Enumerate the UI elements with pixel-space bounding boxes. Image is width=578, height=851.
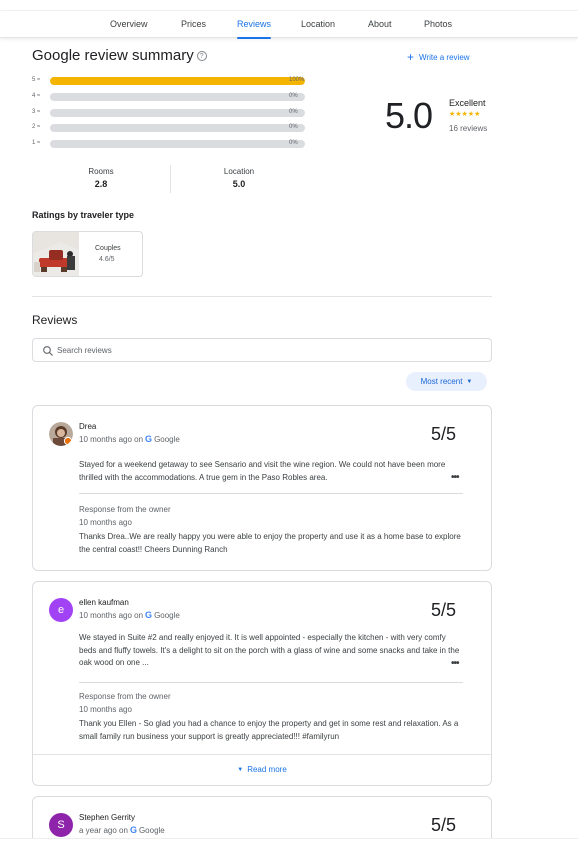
- more-options-icon[interactable]: •••: [451, 472, 459, 483]
- owner-response-text: Thanks Drea..We are really happy you wer…: [79, 532, 461, 554]
- tab-prices[interactable]: Prices: [181, 19, 206, 29]
- review-score: 5/5: [431, 424, 457, 444]
- bar-fill: [50, 77, 305, 85]
- review-count[interactable]: 16 reviews: [449, 124, 487, 133]
- bar-track: [50, 140, 305, 148]
- traveler-type-heading: Ratings by traveler type: [32, 210, 135, 220]
- review-text: Stayed for a weekend getaway to see Sens…: [79, 460, 446, 482]
- reviewer-name[interactable]: ellen kaufman: [79, 598, 129, 607]
- active-tab-indicator: [237, 37, 272, 39]
- card-footer-separator: [33, 754, 491, 755]
- rating-bar-3: 3 ≈ 0%: [32, 108, 312, 118]
- owner-response-time: 10 months ago: [79, 518, 132, 527]
- reviewer-name[interactable]: Stephen Gerrity: [79, 813, 135, 822]
- category-value: 5.0: [232, 179, 246, 189]
- review-card: Drea 10 months ago on G Google 5/5 Stayed …: [32, 405, 492, 571]
- tab-reviews[interactable]: Reviews: [237, 19, 272, 39]
- rating-bar-2: 2 ≈ 0%: [32, 123, 312, 133]
- bar-label: 1 ≈: [32, 140, 41, 146]
- review-meta: 10 months ago on G Google: [79, 434, 180, 444]
- reviewer-avatar[interactable]: S: [49, 813, 73, 837]
- reviewer-avatar[interactable]: e: [49, 598, 73, 622]
- bar-percent: 0%: [289, 124, 298, 130]
- owner-response-label: Response from the owner: [79, 505, 171, 514]
- search-reviews-box[interactable]: [32, 338, 492, 362]
- section-divider: [32, 296, 492, 297]
- rating-bar-4: 4 ≈ 0%: [32, 92, 312, 102]
- category-name: Rooms: [88, 167, 114, 176]
- tab-bar: Overview Prices Reviews Location About P…: [0, 10, 578, 39]
- review-text: We stayed in Suite #2 and really enjoyed…: [79, 633, 460, 667]
- traveler-type-card-couples[interactable]: Couples 4.6/5: [32, 231, 143, 277]
- sort-dropdown[interactable]: Most recent ▼: [406, 372, 487, 391]
- review-score: 5/5: [431, 815, 457, 835]
- bar-track: [50, 77, 305, 85]
- reviewer-name[interactable]: Drea: [79, 422, 96, 431]
- owner-response-text: Thank you Ellen - So glad you had a chan…: [79, 719, 459, 741]
- more-options-icon[interactable]: •••: [451, 658, 459, 669]
- read-more-button[interactable]: ▼ Read more: [33, 765, 491, 774]
- bar-percent: 0%: [289, 109, 298, 115]
- owner-response-time: 10 months ago: [79, 705, 132, 714]
- bar-label: 4 ≈: [32, 93, 41, 99]
- rating-bar-1: 1 ≈ 0%: [32, 139, 312, 149]
- category-divider: [170, 165, 171, 193]
- tab-about[interactable]: About: [368, 19, 392, 29]
- bar-percent: 0%: [289, 140, 298, 146]
- rating-word: Excellent: [449, 98, 486, 108]
- rating-bar-5: 5 ≈ 100%: [32, 76, 312, 86]
- review-meta: a year ago on G Google: [79, 825, 165, 835]
- write-review-button[interactable]: + Write a review: [407, 50, 470, 64]
- tab-overview[interactable]: Overview: [110, 19, 148, 29]
- caret-down-icon: ▼: [237, 767, 244, 773]
- review-separator: [79, 493, 463, 494]
- bar-label: 5 ≈: [32, 77, 41, 83]
- google-logo-icon: G: [145, 434, 153, 444]
- review-separator: [79, 682, 463, 683]
- bar-percent: 0%: [289, 93, 298, 99]
- bar-percent: 100%: [289, 77, 305, 83]
- tab-photos[interactable]: Photos: [424, 19, 452, 29]
- caret-down-icon: ▼: [466, 379, 473, 385]
- category-name: Location: [223, 167, 255, 176]
- category-location: Location 5.0: [179, 167, 299, 189]
- bar-label: 2 ≈: [32, 124, 41, 130]
- review-card: e ellen kaufman 10 months ago on G Google …: [32, 581, 492, 786]
- google-logo-icon: G: [145, 610, 153, 620]
- bar-track: [50, 109, 305, 117]
- review-meta: 10 months ago on G Google: [79, 610, 180, 620]
- help-icon[interactable]: ?: [196, 51, 207, 61]
- review-score: 5/5: [431, 600, 457, 620]
- bar-label: 3 ≈: [32, 109, 41, 115]
- owner-response-label: Response from the owner: [79, 692, 171, 701]
- search-reviews-input[interactable]: [57, 342, 477, 358]
- overall-score: 5.0: [385, 95, 433, 136]
- page-bottom-edge: [0, 838, 578, 851]
- reviews-heading: Reviews: [32, 313, 78, 327]
- google-logo-icon: G: [129, 825, 137, 835]
- star-rating-icon: ★★★★★: [449, 111, 481, 118]
- traveler-type-label: Couples: [95, 245, 121, 252]
- reviewer-avatar[interactable]: [49, 422, 73, 446]
- bar-track: [50, 124, 305, 132]
- bar-track: [50, 93, 305, 101]
- review-summary-title: Google review summary?: [32, 47, 207, 64]
- couples-photo: [33, 232, 79, 276]
- category-rooms: Rooms 2.8: [41, 167, 161, 189]
- category-value: 2.8: [94, 179, 108, 189]
- traveler-type-score: 4.6/5: [99, 256, 115, 263]
- tab-location[interactable]: Location: [301, 19, 335, 29]
- search-icon: [43, 346, 53, 356]
- plus-icon: +: [407, 50, 415, 64]
